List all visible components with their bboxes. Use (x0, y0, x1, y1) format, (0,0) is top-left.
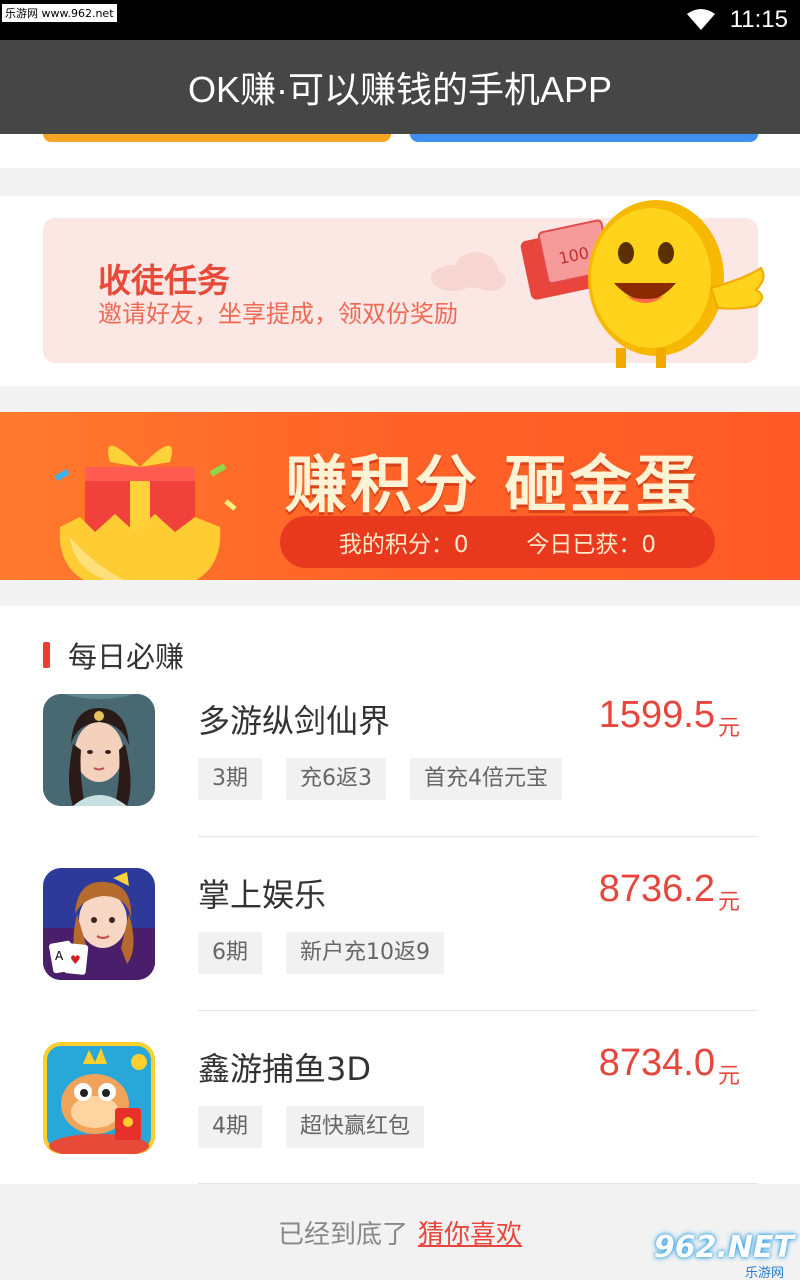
daily-earn-section: 每日必赚 多游纵剑仙界 1599.5 元 3期 充6返3 首充4倍元宝 A ♥ … (0, 606, 800, 1184)
my-points: 我的积分：0 (338, 532, 469, 558)
recruit-task-card[interactable]: 收徒任务 邀请好友，坐享提成，领双份奖励 100 (43, 200, 765, 368)
app-title-bar: OK赚·可以赚钱的手机APP (0, 40, 800, 134)
game-tag: 首充4倍元宝 (410, 758, 562, 800)
game-name: 鑫游捕鱼3D (198, 1050, 372, 1088)
game-row[interactable]: 多游纵剑仙界 1599.5 元 3期 充6返3 首充4倍元宝 (0, 694, 800, 866)
app-title: OK赚·可以赚钱的手机APP (187, 69, 613, 110)
points-summary: 我的积分：0 今日已获：0 (280, 516, 715, 568)
game-tags: 4期 超快赢红包 (198, 1106, 425, 1148)
game-row[interactable]: A ♥ 掌上娱乐 8736.2 元 6期 新户充10返9 (0, 868, 800, 1040)
game-tags: 3期 充6返3 首充4倍元宝 (198, 758, 562, 800)
watermark-brand: 962.NET (653, 1230, 794, 1265)
site-watermark: 乐游网 www.962.net (2, 4, 117, 22)
game-reward: 1599.5 (598, 694, 715, 736)
status-indicators: 11:15 (686, 4, 788, 36)
reward-unit: 元 (717, 890, 740, 915)
guess-you-like-link[interactable]: 猜你喜欢 (418, 1214, 522, 1251)
recruit-section: 收徒任务 邀请好友，坐享提成，领双份奖励 100 (0, 196, 800, 386)
brand-watermark: 962.NET 乐游网 (654, 1230, 794, 1280)
game-icon-poker: A ♥ (43, 868, 155, 980)
blue-card-remnant[interactable] (410, 134, 758, 142)
end-of-list-text: 已经到底了 (277, 1219, 408, 1250)
today-earned: 今日已获：0 (526, 532, 657, 558)
game-reward: 8736.2 (598, 868, 715, 910)
game-name: 掌上娱乐 (198, 876, 327, 914)
game-tag: 新户充10返9 (286, 932, 444, 974)
recruit-subtitle: 邀请好友，坐享提成，领双份奖励 (98, 300, 458, 328)
game-tag: 3期 (198, 758, 262, 800)
section-marker (43, 642, 50, 668)
golden-egg-banner[interactable]: 赚积分 砸金蛋 我的积分：0 今日已获：0 (0, 412, 800, 580)
game-tag: 4期 (198, 1106, 262, 1148)
daily-title: 每日必赚 (68, 640, 185, 674)
clock: 11:15 (729, 6, 788, 33)
game-tag: 充6返3 (286, 758, 386, 800)
orange-card-remnant[interactable] (43, 134, 391, 142)
svg-text:A: A (55, 949, 64, 963)
game-reward: 8734.0 (598, 1042, 715, 1084)
watermark-sub: 乐游网 (744, 1266, 784, 1280)
game-name: 多游纵剑仙界 (198, 702, 391, 740)
row-divider (198, 1010, 758, 1011)
reward-unit: 元 (717, 1064, 740, 1089)
daily-header: 每日必赚 (43, 634, 184, 676)
game-tags: 6期 新户充10返9 (198, 932, 444, 974)
svg-text:♥: ♥ (70, 953, 81, 967)
game-icon-fantasy (43, 694, 155, 806)
game-icon-fishing (43, 1042, 155, 1154)
game-tag: 超快赢红包 (286, 1106, 425, 1148)
gift-egg-icon (54, 445, 237, 580)
reward-unit: 元 (717, 716, 740, 741)
coin-mascot-icon: 100 (520, 200, 765, 368)
status-bar: 乐游网 www.962.net 11:15 (0, 0, 800, 40)
row-divider (198, 836, 758, 837)
game-tag: 6期 (198, 932, 262, 974)
wifi-icon (686, 9, 715, 30)
cloud-icon (431, 252, 506, 291)
egg-banner-title: 赚积分 砸金蛋 (285, 448, 700, 521)
